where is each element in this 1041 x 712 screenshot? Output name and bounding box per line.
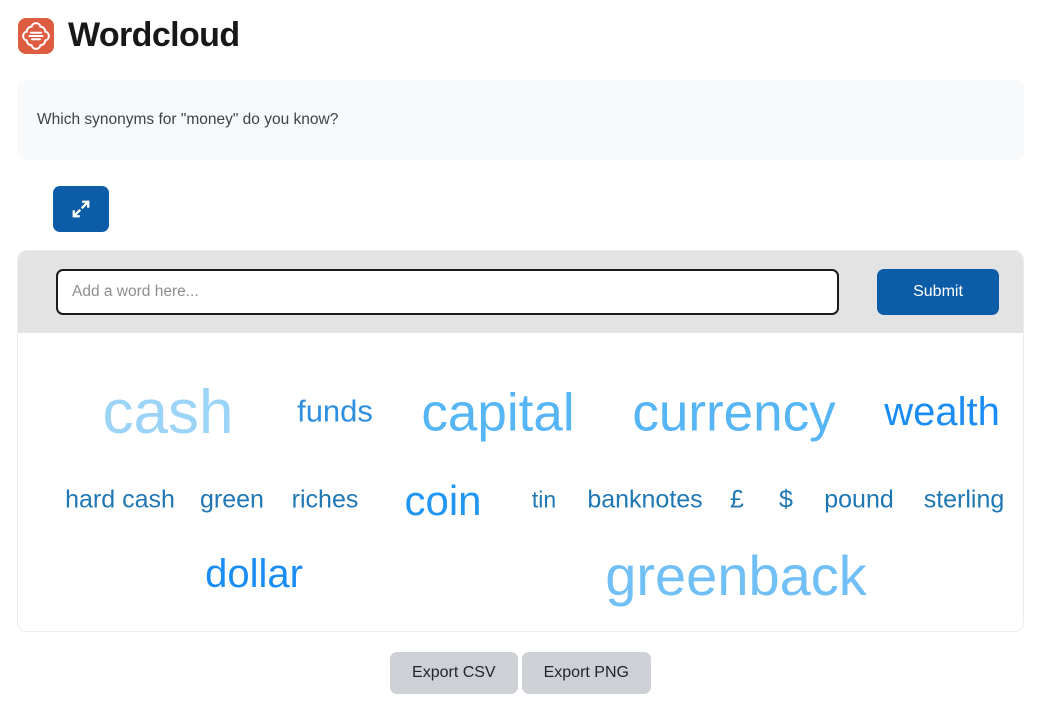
app-header: Wordcloud	[0, 0, 1041, 56]
cloud-word[interactable]: greenback	[605, 548, 867, 604]
cloud-word[interactable]: green	[200, 487, 264, 513]
wordcloud-toolbar: Submit	[18, 251, 1023, 333]
cloud-word[interactable]: funds	[297, 396, 373, 427]
wordcloud-canvas: cash funds capital currency wealth hard cash g…	[18, 333, 1023, 631]
cloud-word[interactable]: riches	[292, 487, 359, 513]
cloud-word[interactable]: capital	[421, 387, 574, 440]
cloud-word[interactable]: tin	[532, 488, 556, 512]
cloud-word[interactable]: cash	[103, 382, 234, 444]
cloud-word[interactable]: coin	[404, 480, 481, 522]
expand-arrows-icon	[69, 197, 93, 221]
question-panel: Which synonyms for "money" do you know?	[17, 80, 1024, 160]
export-csv-button[interactable]: Export CSV	[390, 652, 518, 694]
cloud-word[interactable]: pound	[824, 487, 894, 513]
cloud-word[interactable]: dollar	[205, 554, 303, 594]
add-word-input[interactable]	[56, 269, 839, 315]
submit-button[interactable]: Submit	[877, 269, 999, 315]
cloud-word[interactable]: $	[779, 487, 793, 513]
wordcloud-card: Submit cash funds capital currency wealth har…	[17, 250, 1024, 632]
cloud-word[interactable]: £	[730, 487, 744, 513]
wordcloud-logo-icon	[18, 18, 54, 54]
cloud-word[interactable]: sterling	[924, 487, 1005, 513]
cloud-word[interactable]: hard cash	[65, 487, 175, 513]
export-actions: Export CSV Export PNG	[0, 652, 1041, 694]
question-text: Which synonyms for "money" do you know?	[37, 111, 339, 129]
expand-fullscreen-button[interactable]	[53, 186, 109, 232]
cloud-word[interactable]: currency	[632, 387, 835, 440]
export-png-button[interactable]: Export PNG	[521, 652, 651, 694]
page-title: Wordcloud	[68, 16, 240, 54]
cloud-word[interactable]: wealth	[884, 392, 1000, 432]
cloud-word[interactable]: banknotes	[587, 487, 702, 513]
